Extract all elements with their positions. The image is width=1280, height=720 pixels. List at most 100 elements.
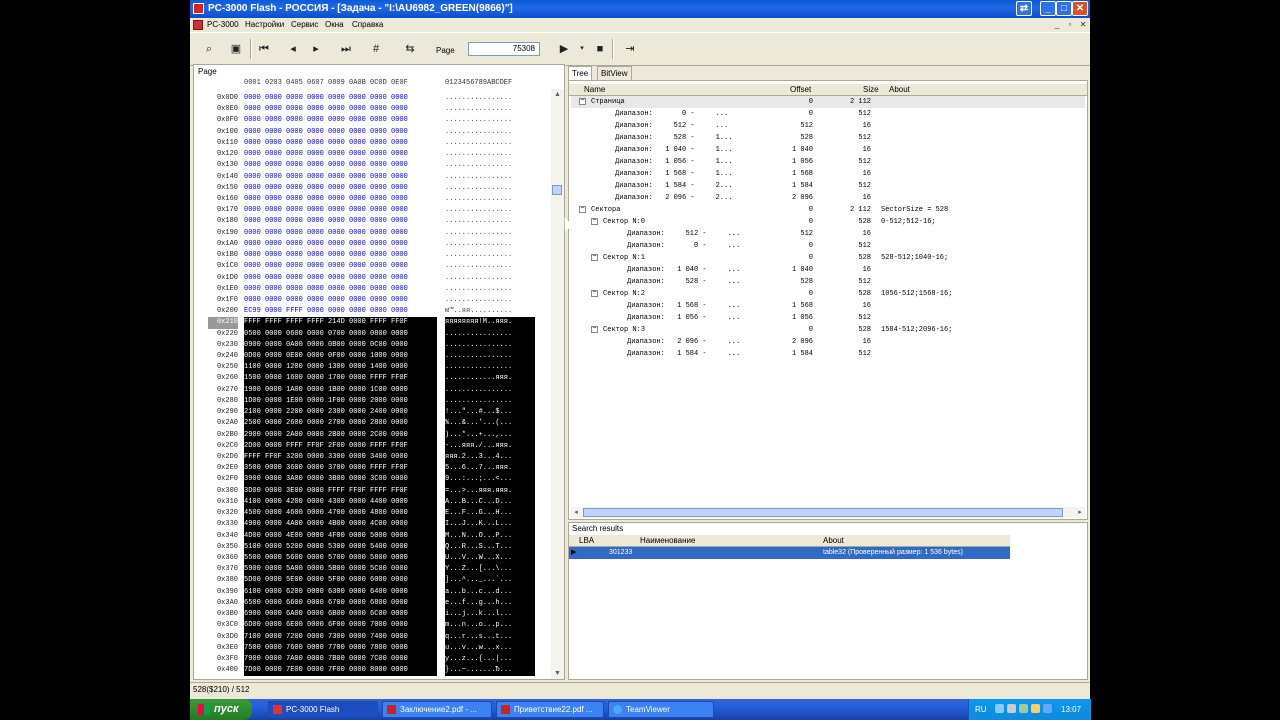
- hex-row[interactable]: 0x230 0900 0000 0A00 0000 0B00 0000 0C00 …: [194, 339, 554, 352]
- tree-row[interactable]: Диапазон: 1 568 - ... 1 568 16: [571, 300, 1085, 312]
- hex-row-bytes[interactable]: 0D00 0000 0E00 0000 0F00 0000 1000 0000: [244, 351, 437, 363]
- hex-row[interactable]: 0x2B0 2900 0000 2A00 0000 2B00 0000 2C00 …: [194, 429, 554, 441]
- scroll-thumb[interactable]: [552, 185, 562, 195]
- hex-row-ascii[interactable]: ................: [445, 149, 535, 160]
- hex-row[interactable]: 0x350 5100 0000 5200 0000 5300 0000 5400 …: [194, 541, 554, 553]
- hex-row-bytes[interactable]: 0000 0000 0000 0000 0000 0000 0000 0000: [244, 216, 437, 227]
- hex-row[interactable]: 0x140 0000 0000 0000 0000 0000 0000 0000 …: [194, 172, 554, 183]
- tree-hscrollbar[interactable]: ◂ ▸: [571, 507, 1085, 518]
- scroll-right-icon[interactable]: ▸: [1075, 507, 1085, 518]
- hex-row-ascii[interactable]: ................: [445, 328, 535, 340]
- tray-icon[interactable]: [1019, 704, 1028, 713]
- hex-row-ascii[interactable]: ................: [445, 261, 535, 272]
- col-size[interactable]: Size: [863, 85, 879, 94]
- tray-icon[interactable]: [1031, 704, 1040, 713]
- tab-tree[interactable]: Tree: [568, 66, 593, 81]
- col-name[interactable]: Name: [584, 85, 605, 94]
- tree-row[interactable]: − Сектора 0 2 112 SectorSize = 528: [571, 204, 1085, 216]
- hex-row[interactable]: 0x330 4900 0000 4A00 0000 4B00 0000 4C00 …: [194, 519, 554, 531]
- hex-row-ascii[interactable]: !..."...#...$...: [445, 407, 535, 419]
- binoculars-icon[interactable]: ⌕: [201, 41, 217, 57]
- hex-row-ascii[interactable]: ................: [445, 115, 535, 126]
- hex-row[interactable]: 0x160 0000 0000 0000 0000 0000 0000 0000 …: [194, 194, 554, 205]
- hex-row-ascii[interactable]: A...B...C...D...: [445, 496, 535, 509]
- hex-row-ascii[interactable]: ................: [445, 183, 535, 194]
- hex-row[interactable]: 0x2F0 3900 0000 3A00 0000 3B00 0000 3C00 …: [194, 474, 554, 486]
- dropdown-arrow-icon[interactable]: ▾: [574, 41, 590, 57]
- hex-row-bytes[interactable]: 7D00 0000 7E00 0000 7F00 0000 8000 0000: [244, 665, 437, 677]
- tree-row[interactable]: Диапазон: 512 - ... 512 16: [571, 228, 1085, 240]
- hex-row[interactable]: 0x270 1900 0000 1A00 0000 1B00 0000 1C00 …: [194, 384, 554, 396]
- hex-row[interactable]: 0x3D0 7100 0000 7200 0000 7300 0000 7400 …: [194, 631, 554, 643]
- hex-row-ascii[interactable]: ................: [445, 239, 535, 250]
- hex-row[interactable]: 0x150 0000 0000 0000 0000 0000 0000 0000 …: [194, 183, 554, 194]
- collapse-icon[interactable]: −: [591, 218, 598, 225]
- tree-row[interactable]: − Сектор N:1 0 528 528-512;1040-16;: [571, 252, 1085, 264]
- play-icon[interactable]: ▶: [556, 41, 572, 57]
- hex-row[interactable]: 0x2C0 2D00 0000 FFFF FF0F 2F00 0000 FFFF …: [194, 440, 554, 453]
- hex-row-ascii[interactable]: ................: [445, 172, 535, 183]
- hex-row-ascii[interactable]: =...>...яяя.яяя.: [445, 485, 535, 497]
- hex-row-ascii[interactable]: ................: [445, 273, 535, 284]
- language-indicator[interactable]: RU: [975, 705, 987, 714]
- hex-row-ascii[interactable]: }...~.......Ђ...: [445, 665, 535, 677]
- hex-row[interactable]: 0x3A0 6500 0000 6600 0000 6700 0000 6800 …: [194, 597, 554, 610]
- scroll-up-icon[interactable]: ▲: [552, 89, 563, 100]
- hex-row[interactable]: 0x1E0 0000 0000 0000 0000 0000 0000 0000 …: [194, 284, 554, 295]
- hex-row-ascii[interactable]: ................: [445, 339, 535, 352]
- hex-row-ascii[interactable]: -...яяя./...яяя.: [445, 440, 535, 453]
- hex-row-bytes[interactable]: EC99 0000 FFFF 0000 0000 0000 0000 0000: [244, 306, 437, 317]
- hex-row-bytes[interactable]: 1D00 0000 1E00 0000 1F00 0000 2000 0000: [244, 395, 437, 408]
- tree-row[interactable]: − Сектор N:3 0 528 1584-512;2096-16;: [571, 324, 1085, 336]
- hex-row-ascii[interactable]: яяя.2...3...4...: [445, 452, 535, 464]
- hex-row-bytes[interactable]: 6100 0000 6200 0000 6300 0000 6400 0000: [244, 586, 437, 598]
- tree-row[interactable]: Диапазон: 0 - ... 0 512: [571, 108, 1085, 120]
- hex-row-ascii[interactable]: Y...Z...[...\...: [445, 564, 535, 576]
- mdi-minimize-button[interactable]: _: [1052, 20, 1062, 30]
- tree-row[interactable]: − Сектор N:2 0 528 1056-512;1568-16;: [571, 288, 1085, 300]
- hex-row-ascii[interactable]: ................: [445, 295, 535, 306]
- hex-row-ascii[interactable]: ................: [445, 205, 535, 216]
- task-teamviewer[interactable]: TeamViewer: [608, 701, 714, 718]
- hex-row[interactable]: 0x360 5500 0000 5600 0000 5700 0000 5800 …: [194, 552, 554, 565]
- hex-row-ascii[interactable]: m...n...o...p...: [445, 620, 535, 632]
- hex-row-ascii[interactable]: i...j...k...l...: [445, 609, 535, 621]
- hex-row[interactable]: 0x130 0000 0000 0000 0000 0000 0000 0000 …: [194, 160, 554, 171]
- hex-row-bytes[interactable]: 5D00 0000 5E00 0000 5F00 0000 6000 0000: [244, 575, 437, 587]
- grid-icon[interactable]: #: [368, 41, 384, 57]
- hex-row-bytes[interactable]: 0500 0000 0600 0000 0700 0000 0800 0000: [244, 328, 437, 340]
- tree-row[interactable]: Диапазон: 1 056 - ... 1 056 512: [571, 312, 1085, 324]
- hex-row[interactable]: 0x320 4500 0000 4600 0000 4700 0000 4800 …: [194, 508, 554, 520]
- hex-row-ascii[interactable]: Q...R...S...T...: [445, 541, 535, 553]
- hex-row-bytes[interactable]: 2D00 0000 FFFF FF0F 2F00 0000 FFFF FF0F: [244, 440, 437, 453]
- hex-row[interactable]: 0x3C0 6D00 0000 6E00 0000 6F00 0000 7000 …: [194, 620, 554, 632]
- mdi-close-button[interactable]: ✕: [1078, 20, 1088, 30]
- hscroll-thumb[interactable]: [583, 508, 1063, 517]
- hex-row-ascii[interactable]: ................: [445, 216, 535, 227]
- col-name[interactable]: Наименование: [640, 536, 695, 545]
- prev-page-icon[interactable]: ◂: [285, 41, 301, 57]
- tree-row[interactable]: Диапазон: 1 584 - ... 1 584 512: [571, 348, 1085, 360]
- hex-row-bytes[interactable]: 3900 0000 3A00 0000 3B00 0000 3C00 0000: [244, 474, 437, 486]
- hex-row-ascii[interactable]: ................: [445, 250, 535, 261]
- structure-tree[interactable]: Name Offset Size About − Страница 0 2 112 Ди…: [568, 80, 1088, 520]
- compare-icon[interactable]: ⇆: [402, 41, 418, 57]
- hex-row-bytes[interactable]: 3500 0000 3600 0000 3700 0000 FFFF FF0F: [244, 463, 437, 475]
- hex-row-ascii[interactable]: ................: [445, 395, 535, 408]
- search-result-row[interactable]: ▶ 301233 table32 (Проверенный размер: 1 …: [569, 547, 1010, 559]
- hex-row-bytes[interactable]: 0000 0000 0000 0000 0000 0000 0000 0000: [244, 172, 437, 183]
- hex-row-bytes[interactable]: 0000 0000 0000 0000 0000 0000 0000 0000: [244, 127, 437, 138]
- hex-row[interactable]: 0x100 0000 0000 0000 0000 0000 0000 0000 …: [194, 127, 554, 138]
- tree-row[interactable]: Диапазон: 1 040 - ... 1 040 16: [571, 264, 1085, 276]
- collapse-icon[interactable]: −: [579, 206, 586, 213]
- hex-row-ascii[interactable]: e...f...g...h...: [445, 597, 535, 610]
- page-input[interactable]: 75308: [468, 42, 540, 56]
- hex-row-ascii[interactable]: яяяяяяяя!M..яяя.: [445, 317, 535, 329]
- menu-help[interactable]: Справка: [352, 20, 383, 29]
- hex-row[interactable]: 0x0D0 0000 0000 0000 0000 0000 0000 0000 …: [194, 93, 554, 104]
- tree-row[interactable]: Диапазон: 528 - ... 528 512: [571, 276, 1085, 288]
- title-bar[interactable]: PC-3000 Flash - РОССИЯ - [Задача - "I:\A…: [190, 0, 1090, 18]
- collapse-icon[interactable]: −: [591, 254, 598, 261]
- hex-row-bytes[interactable]: 4D00 0000 4E00 0000 4F00 0000 5000 0000: [244, 530, 437, 542]
- task-pc3000[interactable]: PC-3000 Flash: [268, 701, 378, 718]
